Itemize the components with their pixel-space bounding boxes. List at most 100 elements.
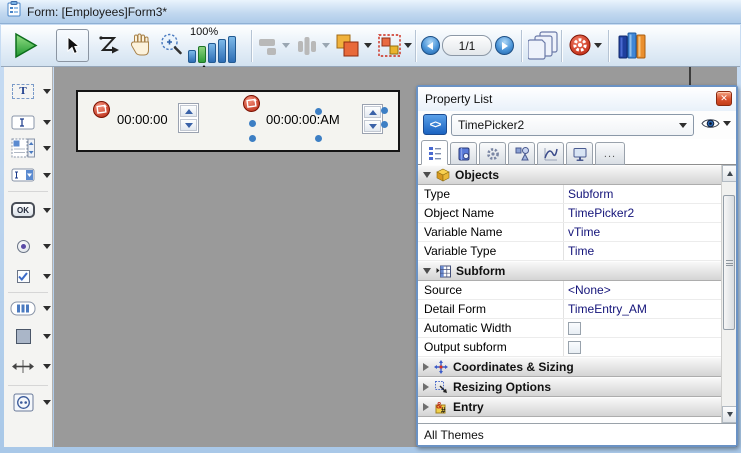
tab-properties[interactable] [421, 140, 448, 165]
input-tool[interactable] [7, 110, 39, 134]
property-row-variable-type[interactable]: Variable Type Time [418, 242, 721, 261]
rectangle-tool-caret[interactable] [43, 334, 51, 339]
settings-button[interactable] [569, 34, 591, 61]
property-grid-scrollbar[interactable] [721, 165, 736, 423]
group-button[interactable] [378, 34, 401, 62]
property-row-source[interactable]: Source <None> [418, 281, 721, 300]
stepper-up-button[interactable] [364, 106, 381, 118]
stepper-down-button[interactable] [364, 120, 381, 132]
selection-handle[interactable] [249, 135, 256, 142]
section-subform[interactable]: Subform [418, 261, 721, 281]
entry-order-tool-button[interactable] [98, 34, 121, 62]
themes-filter-bar[interactable]: All Themes [418, 423, 736, 445]
timepicker2-widget[interactable]: 00:00:00:AM [266, 112, 340, 127]
zoom-bar-400[interactable] [218, 39, 226, 63]
checkbox-tool[interactable] [7, 264, 39, 288]
tab-gear[interactable] [479, 142, 506, 165]
button-grid-tool[interactable] [7, 296, 39, 320]
property-value[interactable]: <None> [568, 283, 611, 297]
form-canvas[interactable]: 00:00:00 00:00:00:AM [54, 67, 737, 447]
listbox-tool[interactable] [7, 136, 39, 160]
form-pages-button[interactable] [528, 31, 559, 66]
property-row-variable-name[interactable]: Variable Name vTime [418, 223, 721, 242]
splitter-tool[interactable] [7, 354, 39, 378]
level-dropdown-caret[interactable] [364, 43, 372, 48]
button-tool[interactable]: OK [7, 198, 39, 222]
stepper-up-button[interactable] [180, 105, 197, 117]
timepicker2-stepper[interactable] [362, 104, 383, 134]
selection-handle[interactable] [381, 121, 388, 128]
explorer-button[interactable] [617, 32, 647, 64]
text-tool[interactable]: T [7, 79, 39, 103]
property-row-type[interactable]: Type Subform [418, 185, 721, 204]
form-design-area[interactable]: 00:00:00 00:00:00:AM [76, 90, 400, 152]
collapse-triangle-icon[interactable] [423, 268, 431, 274]
zoom-bar-100-selected[interactable] [198, 46, 206, 63]
output-subform-checkbox[interactable] [568, 341, 581, 354]
expand-triangle-icon[interactable] [423, 403, 429, 411]
property-value[interactable]: Time [568, 244, 594, 258]
tab-book[interactable] [450, 142, 477, 165]
tab-events[interactable] [537, 142, 564, 165]
property-row-detail-form[interactable]: Detail Form TimeEntry_AM [418, 300, 721, 319]
zoom-level-widget[interactable]: 100% [187, 26, 249, 66]
settings-dropdown-caret[interactable] [594, 43, 602, 48]
property-value[interactable]: TimePicker2 [568, 206, 634, 220]
selection-handle[interactable] [315, 135, 322, 142]
combobox-tool[interactable] [7, 163, 39, 187]
property-list-titlebar[interactable]: Property List ✕ [418, 87, 736, 111]
property-row-automatic-width[interactable]: Automatic Width [418, 319, 721, 338]
zoom-bars[interactable] [188, 36, 236, 63]
button-grid-tool-caret[interactable] [43, 306, 51, 311]
expand-triangle-icon[interactable] [423, 363, 429, 371]
rectangle-tool[interactable] [7, 324, 39, 348]
previous-page-button[interactable] [421, 36, 440, 55]
timepicker1-widget[interactable]: 00:00:00 [117, 112, 168, 127]
scrollbar-thumb[interactable] [723, 195, 735, 330]
next-page-button[interactable] [495, 36, 514, 55]
property-value[interactable]: Subform [568, 187, 613, 201]
scroll-down-button[interactable] [722, 406, 736, 423]
plugin-area-tool[interactable] [7, 390, 39, 414]
stepper-down-button[interactable] [180, 119, 197, 131]
scroll-up-button[interactable] [722, 165, 736, 182]
section-entry[interactable]: &# Entry [418, 397, 721, 417]
view-options-control[interactable] [701, 117, 731, 130]
expand-triangle-icon[interactable] [423, 383, 429, 391]
object-selector-dropdown[interactable]: TimePicker2 [451, 114, 694, 136]
zoom-bar-200[interactable] [208, 43, 216, 63]
section-coordinates-sizing[interactable]: Coordinates & Sizing [418, 357, 721, 377]
close-button[interactable]: ✕ [716, 91, 732, 106]
property-row-object-name[interactable]: Object Name TimePicker2 [418, 204, 721, 223]
selection-handle[interactable] [315, 108, 322, 115]
tab-display[interactable] [566, 142, 593, 165]
checkbox-tool-caret[interactable] [43, 274, 51, 279]
level-button[interactable] [335, 33, 360, 63]
radio-tool[interactable] [7, 234, 39, 258]
property-value[interactable]: TimeEntry_AM [568, 302, 647, 316]
zoom-bar-800[interactable] [228, 36, 236, 63]
timepicker1-stepper[interactable] [178, 103, 199, 133]
combobox-tool-caret[interactable] [43, 173, 51, 178]
group-dropdown-caret[interactable] [404, 43, 412, 48]
property-row-output-subform[interactable]: Output subform [418, 338, 721, 357]
tab-overflow[interactable]: ... [595, 142, 625, 165]
button-tool-caret[interactable] [43, 208, 51, 213]
listbox-tool-caret[interactable] [43, 146, 51, 151]
selection-handle[interactable] [249, 120, 256, 127]
splitter-tool-caret[interactable] [43, 364, 51, 369]
pan-tool-button[interactable] [128, 32, 153, 62]
object-nav-button[interactable]: <> [423, 114, 447, 135]
text-tool-caret[interactable] [43, 89, 51, 94]
plugin-area-tool-caret[interactable] [43, 400, 51, 405]
collapse-triangle-icon[interactable] [423, 172, 431, 178]
selection-handle[interactable] [381, 107, 388, 114]
radio-tool-caret[interactable] [43, 244, 51, 249]
section-resizing-options[interactable]: Resizing Options [418, 377, 721, 397]
pointer-tool-button[interactable] [56, 29, 89, 62]
automatic-width-checkbox[interactable] [568, 322, 581, 335]
section-objects[interactable]: Objects [418, 165, 721, 185]
tab-shapes[interactable] [508, 142, 535, 165]
zoom-tool-button[interactable] [159, 32, 184, 62]
zoom-bar-50[interactable] [188, 50, 196, 63]
